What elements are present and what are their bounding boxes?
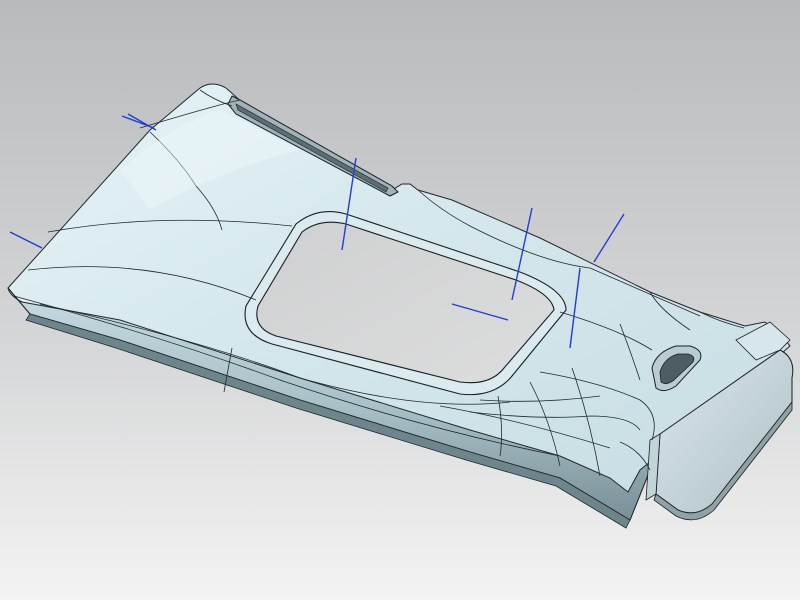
cad-model-canvas[interactable]	[0, 0, 800, 600]
cad-3d-viewport[interactable]	[0, 0, 800, 600]
